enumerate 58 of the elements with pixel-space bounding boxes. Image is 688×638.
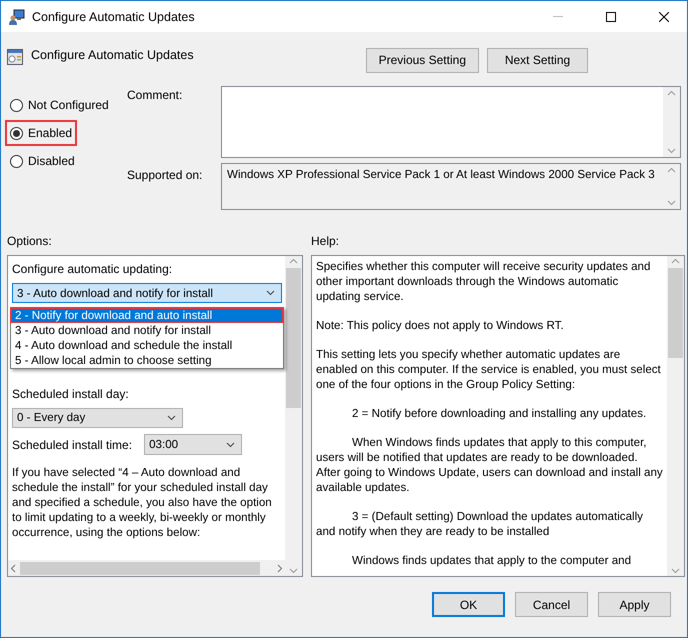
help-paragraph: This setting lets you specify whether automatic updates are enabled on this computer. If the service is enabled, you must select one of the four options in the Group Policy Setting: [316,347,662,392]
dropdown-option[interactable]: 2 - Notify for download and auto install [11,308,283,323]
comment-label: Comment: [127,87,184,104]
caret-icon [266,290,275,296]
vertical-scrollbar[interactable] [285,256,302,576]
option-description: If you have selected “4 – Auto download and schedule the install” for your scheduled install day and specified a schedule, you also have the option to limit updating to a weekly, bi-weekly or monthly occurrence, using the options below: [12,465,273,540]
vertical-scrollbar[interactable] [667,256,684,576]
policy-icon [7,49,23,65]
help-paragraph: Specifies whether this computer will receive security updates and other important downloads through the Windows automatic updating service. [316,259,652,304]
scroll-up-icon [671,258,680,264]
dropdown-option[interactable]: 5 - Allow local admin to choose setting [11,353,283,368]
scroll-left-icon [10,564,16,572]
scroll-down-icon [667,200,676,206]
radio-button[interactable] [10,154,23,168]
scroll-down-icon [289,568,298,574]
dialog-button[interactable]: OK [432,592,505,617]
radio-button[interactable] [10,98,23,112]
nav-button[interactable]: Next Setting [487,48,588,72]
field-label: Scheduled install day: [12,386,130,401]
dropdown[interactable]: 03:00 [144,434,242,455]
close-icon [659,12,669,22]
help-paragraph: Windows finds updates that apply to the computer and [351,553,632,568]
help-paragraph: Note: This policy does not apply to Windows RT. [316,318,565,333]
help-paragraph: 3 = (Default setting) Download the updates automatically and notify when they are ready to be installed [316,509,644,539]
window-title: Configure Automatic Updates [32,10,196,24]
field-label: Scheduled install time: [12,438,132,452]
dropdown[interactable]: 0 - Every day [12,408,183,428]
caret-icon [167,414,176,421]
dropdown-option[interactable]: 3 - Auto download and notify for install [11,323,283,338]
horizontal-scrollbar[interactable] [8,560,285,576]
supported-label: Supported on: [127,167,204,184]
comment-field[interactable] [221,86,681,158]
scroll-down-icon [671,568,680,574]
help-paragraph: 2 = Notify before downloading and installing any updates. [351,406,648,421]
scroll-down-icon [667,148,676,154]
scroll-right-icon [277,564,283,572]
minimize-icon [553,16,563,17]
radio-option[interactable]: Enabled [7,122,76,144]
scroll-up-icon [667,167,676,173]
scroll-up-icon [667,90,676,96]
dialog-button[interactable]: Apply [598,592,671,617]
help-label: Help: [311,234,340,248]
supported-field: Windows XP Professional Service Pack 1 or At least Windows 2000 Service Pack 3 [221,163,681,210]
dialog-button[interactable]: Cancel [515,592,588,617]
radio-button[interactable] [10,126,23,140]
dropdown[interactable]: 3 - Auto download and notify for install [12,283,282,304]
radio-option[interactable]: Not Configured [7,94,112,116]
policy-title: Configure Automatic Updates [31,48,195,62]
help-paragraph: When Windows finds updates that apply to this computer, users will be notified that updates are ready to be downloaded. After going to Windows Update, users can download and install any available updates. [316,435,663,495]
scroll-up-icon [289,258,298,264]
options-label: Options: [7,234,53,248]
maximize-icon [606,12,616,22]
dropdown-option[interactable]: 4 - Auto download and schedule the install [11,338,283,353]
computer-user-icon [9,8,25,24]
caret-icon [226,442,236,448]
nav-button[interactable]: Previous Setting [366,48,479,72]
radio-option[interactable]: Disabled [7,150,78,172]
field-label: Configure automatic updating: [12,262,174,276]
